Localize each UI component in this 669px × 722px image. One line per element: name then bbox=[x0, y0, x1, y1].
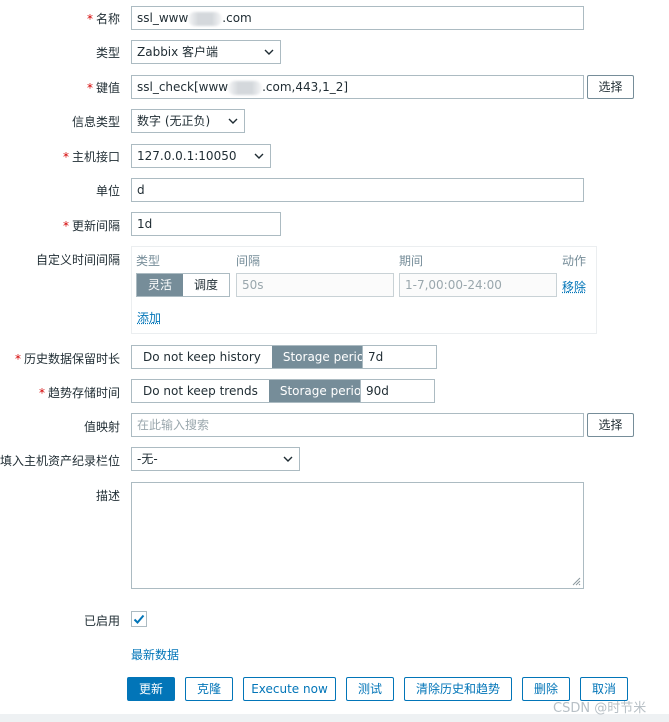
col-interval-header: 间隔 bbox=[236, 254, 261, 268]
watermark: CSDN @时节米 bbox=[553, 701, 647, 716]
clear-history-trends-button[interactable]: 清除历史和趋势 bbox=[404, 677, 512, 701]
checkmark-icon bbox=[133, 614, 145, 624]
redacted-blur bbox=[228, 80, 263, 95]
scheduling-option[interactable]: 调度 bbox=[183, 274, 229, 296]
execute-now-button[interactable]: Execute now bbox=[243, 677, 336, 701]
units-input[interactable]: d bbox=[131, 178, 584, 202]
description-textarea[interactable] bbox=[131, 482, 584, 589]
history-label: * 历史数据保留时长 bbox=[14, 352, 120, 366]
add-interval-link[interactable]: 添加 bbox=[137, 309, 161, 326]
chevron-down-icon bbox=[283, 456, 293, 462]
update-interval-input[interactable]: 1d bbox=[131, 212, 281, 236]
valuemap-select-button[interactable]: 选择 bbox=[587, 413, 634, 437]
units-label: 单位 bbox=[95, 184, 120, 198]
latest-data-link[interactable]: 最新数据 bbox=[131, 646, 179, 663]
trends-label: * 趋势存储时间 bbox=[38, 386, 120, 400]
host-interface-label: * 主机接口 bbox=[62, 150, 120, 164]
host-interface-select[interactable]: 127.0.0.1:10050 bbox=[131, 144, 271, 168]
col-action-header: 动作 bbox=[562, 254, 587, 268]
redacted-blur bbox=[188, 11, 223, 26]
info-type-label: 信息类型 bbox=[71, 115, 120, 129]
update-interval-label: * 更新间隔 bbox=[62, 219, 120, 233]
inventory-select[interactable]: -无- bbox=[131, 447, 300, 471]
resize-grip-icon bbox=[572, 577, 581, 586]
custom-intervals-label: 自定义时间间隔 bbox=[35, 253, 120, 267]
history-mode-toggle: Do not keep history Storage period bbox=[131, 345, 384, 369]
history-input[interactable]: 7d bbox=[362, 345, 437, 369]
do-not-keep-trends-option[interactable]: Do not keep trends bbox=[132, 380, 269, 402]
info-type-select[interactable]: 数字 (无正负) bbox=[131, 109, 245, 133]
interval-type-toggle: 灵活 调度 bbox=[136, 273, 231, 297]
trends-mode-toggle: Do not keep trends Storage period bbox=[131, 379, 381, 403]
type-select[interactable]: Zabbix 客户端 bbox=[131, 40, 281, 64]
flex-period-input[interactable]: 1-7,00:00-24:00 bbox=[399, 273, 557, 297]
do-not-keep-history-option[interactable]: Do not keep history bbox=[132, 346, 272, 368]
inventory-label: 填入主机资产纪录栏位 bbox=[0, 454, 120, 468]
name-label: * 名称 bbox=[86, 12, 120, 26]
key-select-button[interactable]: 选择 bbox=[587, 75, 634, 99]
key-input[interactable]: ssl_check[www .com,443,1_2] bbox=[131, 75, 584, 99]
trends-input[interactable]: 90d bbox=[360, 379, 435, 403]
test-button[interactable]: 测试 bbox=[346, 677, 394, 701]
key-label: * 键值 bbox=[86, 81, 120, 95]
valuemap-search-input[interactable]: 在此输入搜索 bbox=[131, 413, 584, 437]
flex-interval-input[interactable]: 50s bbox=[236, 273, 394, 297]
flexible-option[interactable]: 灵活 bbox=[137, 274, 184, 296]
name-input[interactable]: ssl_www .com bbox=[131, 6, 584, 30]
type-label: 类型 bbox=[95, 46, 120, 60]
chevron-down-icon bbox=[254, 153, 264, 159]
col-type-header: 类型 bbox=[136, 254, 161, 268]
description-label: 描述 bbox=[95, 489, 120, 503]
clone-button[interactable]: 克隆 bbox=[185, 677, 233, 701]
enabled-label: 已启用 bbox=[83, 614, 120, 628]
remove-interval-link[interactable]: 移除 bbox=[562, 278, 586, 295]
update-button[interactable]: 更新 bbox=[127, 677, 175, 701]
chevron-down-icon bbox=[228, 118, 238, 124]
chevron-down-icon bbox=[264, 49, 274, 55]
col-period-header: 期间 bbox=[399, 254, 424, 268]
valuemap-label: 值映射 bbox=[83, 420, 120, 434]
enabled-checkbox[interactable] bbox=[131, 611, 147, 627]
